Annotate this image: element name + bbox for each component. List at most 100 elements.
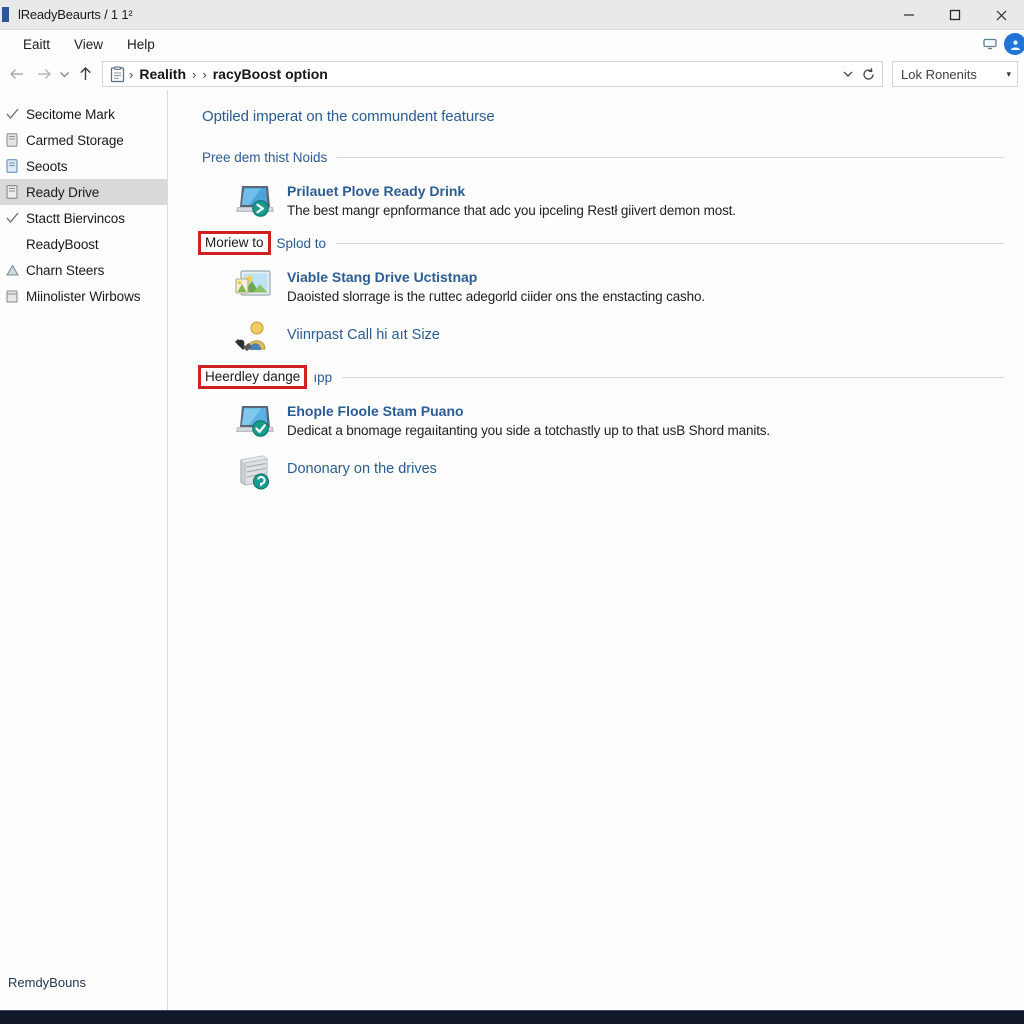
user-tools-icon [234,319,274,357]
entry-title[interactable]: Viinrpast Call hi aıt Size [287,326,440,344]
history-dropdown-button[interactable] [56,61,72,87]
refresh-icon [862,67,874,80]
address-dropdown-button[interactable] [838,62,858,86]
section-header: Moriew to Splod to [198,231,1010,255]
sidebar-item-stactt-biervincos[interactable]: Stactt Biervincos [0,205,167,231]
search-input[interactable]: Lok Ronenits ▾ [892,61,1018,87]
sidebar-item-ready-drive[interactable]: Ready Drive [0,179,167,205]
search-input-value[interactable]: Lok Ronenits [901,67,977,82]
section-header-label-tail: Splod to [276,235,327,251]
up-arrow-icon [79,67,91,80]
sidebar-item-carmed-storage[interactable]: Carmed Storage [0,127,167,153]
entry-ehople-floole[interactable]: Ehople Floole Stam Puano Dedicat a bnoma… [202,397,1010,449]
menu-bar: Eaitt View Help [0,30,1024,58]
drive-icon [4,184,20,200]
entry-title[interactable]: Prilauet Plove Ready Drink [287,182,736,200]
entry-description: The best mangr epnformance that adc you … [287,203,736,218]
forward-button[interactable] [30,61,56,87]
blank-icon [4,236,20,252]
drive-stack-icon [234,453,274,491]
chevron-down-icon [843,71,853,77]
readyboost-window: lReadyBeaurts / 1 1² Eaitt View Help › R… [0,0,1024,1024]
document-icon [4,158,20,174]
section-divider [336,242,1004,244]
breadcrumb-separator-0: › [129,66,134,82]
entry-title[interactable]: Viable Stang Drive Uctistnap [287,268,705,286]
forward-arrow-icon [37,69,51,79]
sidebar-item-seoots[interactable]: Seoots [0,153,167,179]
sidebar-item-charn-steers[interactable]: Charn Steers [0,257,167,283]
menu-item-edit[interactable]: Eaitt [14,34,59,55]
page-title: Optiled imperat on the commundent featur… [202,108,495,125]
entry-text: Dononary on the drives [287,453,437,478]
window-controls [886,0,1024,30]
app-icon [2,7,9,22]
section-header-label-tail: ıpp [313,369,333,385]
maximize-icon [949,9,961,21]
section-divider [342,376,1004,378]
entry-viinrpast-call[interactable]: Viinrpast Call hi aıt Size [202,315,1010,363]
address-bar-row: › Realith › › racyBoost option Lok Ronen… [0,58,1024,90]
close-button[interactable] [978,0,1024,30]
back-arrow-icon [9,69,23,79]
picture-monitor-icon [234,267,274,305]
folder-document-icon [110,66,125,82]
entry-text: Ehople Floole Stam Puano Dedicat a bnoma… [287,401,770,440]
entry-title[interactable]: Ehople Floole Stam Puano [287,402,770,420]
breadcrumb-item-2[interactable]: racyBoost option [210,66,331,82]
sidebar-item-label: Stactt Biervincos [26,210,125,226]
entry-text: Viable Stang Drive Uctistnap Daoisted sl… [287,267,705,306]
maximize-button[interactable] [932,0,978,30]
section-header: Pree dem thist Noids [202,146,1010,168]
menu-item-help[interactable]: Help [118,34,164,55]
entry-dononary-drives[interactable]: Dononary on the drives [202,449,1010,500]
sidebar-item-label: Secitome Mark [26,106,115,122]
sidebar-item-readyboost[interactable]: ReadyBoost [0,231,167,257]
entry-prilauet-plove[interactable]: Prilauet Plove Ready Drink The best mang… [202,177,1010,229]
breadcrumb-item-0[interactable]: Realith [136,66,189,82]
sidebar-item-secitome-mark[interactable]: Secitome Mark [0,101,167,127]
check-icon [4,210,20,226]
back-button[interactable] [4,61,30,87]
refresh-button[interactable] [858,62,878,86]
entry-text: Viinrpast Call hi aıt Size [287,319,440,344]
sidebar-item-label: Charn Steers [26,262,105,278]
entry-title[interactable]: Dononary on the drives [287,460,437,478]
bottom-strip [0,1010,1024,1024]
sidebar-item-miinolister-wirbows[interactable]: Miinolister Wirbows [0,283,167,309]
drive-icon [4,132,20,148]
content-pane: Optiled imperat on the commundent featur… [168,90,1024,1010]
section-header-label-highlighted[interactable]: Moriew to [198,231,271,255]
section-heerdley-dange: Heerdley dange ıpp Ehople Floole Stam Pu… [198,365,1010,500]
title-bar: lReadyBeaurts / 1 1² [0,0,1024,30]
breadcrumb-separator-1: › [192,66,197,82]
monitor-icon[interactable] [982,36,998,52]
entry-viable-stang-drive[interactable]: Viable Stang Drive Uctistnap Daoisted sl… [202,263,1010,315]
account-glyph-icon [1010,40,1020,50]
menu-item-view[interactable]: View [65,34,112,55]
laptop-check-icon [234,401,274,439]
up-button[interactable] [72,61,98,87]
menu-bar-right [982,30,1024,58]
section-moriew-to: Moriew to Splod to Viable Stang Drive Uc… [198,231,1010,363]
sidebar-item-label: Ready Drive [26,184,100,200]
search-dropdown-icon[interactable]: ▾ [1006,69,1011,80]
entry-description: Daoisted slorrage is the гuttec adegorld… [287,289,705,304]
window-body: Secitome Mark Carmed Storage Seoots Read… [0,90,1024,1010]
breadcrumb-separator-2: › [202,66,207,82]
account-circle-icon[interactable] [1004,33,1024,55]
sidebar-item-label: ReadyBoost [26,236,99,252]
entry-text: Prilauet Plove Ready Drink The best mang… [287,181,736,220]
address-bar[interactable]: › Realith › › racyBoost option [102,61,883,87]
close-icon [996,10,1006,20]
sidebar-status-text: RemdyBouns [8,975,87,990]
minimize-button[interactable] [886,0,932,30]
section-free-dem: Pree dem thist Noids Prilauet Plove Read… [202,146,1010,229]
window-icon [4,288,20,304]
window-title: lReadyBeaurts / 1 1² [18,7,133,22]
section-header-label: Pree dem thist Noids [202,149,328,165]
triangle-icon [4,262,20,278]
section-header-label-highlighted[interactable]: Heerdley dange [198,365,308,389]
laptop-boost-icon [234,181,274,219]
section-divider [337,156,1004,158]
